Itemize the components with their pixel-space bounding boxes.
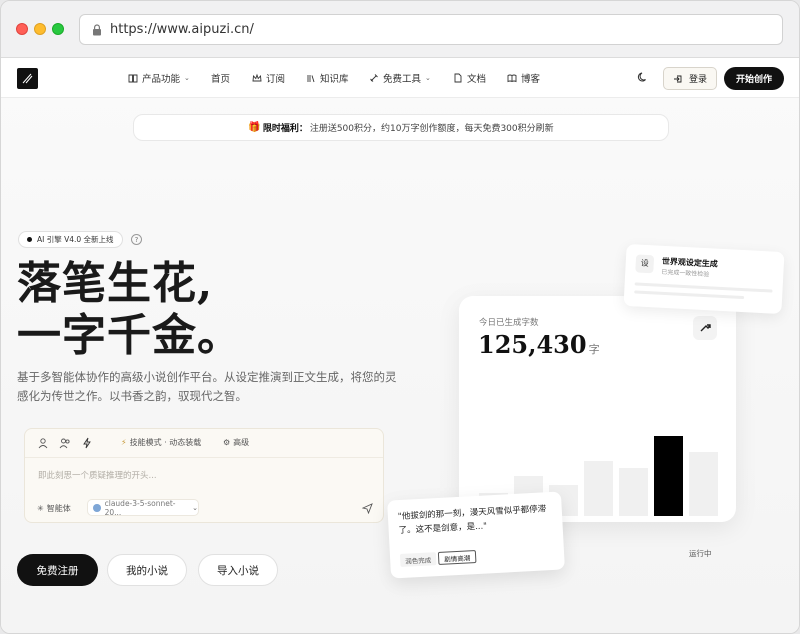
world-card-subtitle: 已完成一致性检验	[661, 268, 710, 279]
nav-item-free-tools[interactable]: 免费工具 ⌄	[369, 71, 431, 85]
address-bar[interactable]: https://www.aipuzi.cn/	[79, 14, 783, 45]
page: 产品功能 ⌄ 首页 订阅 知识库 免费工具 ⌄ 文档 博客 登录 开始创作 🎁 …	[1, 58, 799, 633]
hero-headline: 落笔生花, 一字千金。	[17, 258, 242, 362]
headline-line-1: 落笔生花,	[17, 258, 214, 309]
chevron-down-icon: ⌄	[184, 74, 190, 82]
login-icon	[673, 75, 682, 82]
chart-bar	[654, 436, 683, 516]
user-icon[interactable]	[37, 437, 49, 449]
maximize-window-button[interactable]	[52, 23, 64, 35]
stats-label: 今日已生成字数	[479, 318, 539, 328]
url-text: https://www.aipuzi.cn/	[110, 22, 254, 37]
nav-item-docs[interactable]: 文档	[453, 71, 486, 85]
headline-line-2: 一字千金。	[17, 310, 242, 361]
stats-value: 125,430 字	[478, 330, 600, 359]
register-button[interactable]: 免费注册	[17, 554, 98, 586]
send-icon[interactable]	[362, 503, 373, 514]
chevron-down-icon: ⌄	[192, 503, 198, 512]
chart-bar	[619, 468, 648, 516]
trend-button[interactable]	[693, 316, 717, 340]
book-icon	[128, 74, 138, 83]
promo-text: 注册送500积分，约10万字创作额度，每天免费300积分刷新	[309, 124, 554, 134]
nav-item-home[interactable]: 首页	[211, 71, 230, 85]
sparkle-icon: ✳	[37, 504, 44, 513]
version-badge: AI 引擎 V4.0 全新上线	[18, 231, 123, 248]
chevron-down-icon: ⌄	[425, 74, 431, 82]
hero-description: 基于多智能体协作的高级小说创作平台。从设定推演到正文生成，将您的灵感化为传世之作…	[17, 370, 397, 403]
users-icon[interactable]	[59, 437, 71, 449]
library-icon	[307, 75, 315, 83]
advanced-settings-button[interactable]: ⚙ 高级	[223, 437, 249, 448]
minimize-window-button[interactable]	[34, 23, 46, 35]
prompt-input[interactable]: 即此刻思一个质疑推理的开头...	[38, 469, 157, 481]
model-icon	[93, 503, 101, 512]
tag-climax: 剧情高潮	[437, 550, 477, 566]
quote-text: "他拔剑的那一刻，漫天风雪似乎都停滞了。这不是剑意，是..."	[397, 504, 547, 537]
prompt-input-card: ⚡ 技能模式 · 动态装载 ⚙ 高级 即此刻思一个质疑推理的开头... ✳ 智能…	[24, 428, 384, 523]
login-button[interactable]: 登录	[663, 67, 717, 90]
crown-icon	[252, 73, 262, 82]
import-novel-button[interactable]: 导入小说	[198, 554, 278, 586]
tools-icon	[370, 74, 378, 82]
lock-icon	[93, 24, 101, 36]
document-icon	[454, 73, 462, 83]
lightning-icon: ⚡	[121, 438, 127, 447]
trending-up-icon	[700, 324, 711, 332]
world-setting-card: 设 世界观设定生成 已完成一致性检验	[623, 243, 785, 315]
chart-bar	[689, 452, 718, 516]
running-status: 运行中	[689, 549, 712, 558]
promo-banner: 🎁 限时福利： 注册送500积分，约10万字创作额度，每天免费300积分刷新	[133, 114, 669, 141]
divider	[25, 457, 383, 458]
my-novels-button[interactable]: 我的小说	[107, 554, 187, 586]
nav-item-blog[interactable]: 博客	[507, 71, 540, 85]
nav-item-subscribe[interactable]: 订阅	[252, 71, 285, 85]
close-window-button[interactable]	[16, 23, 28, 35]
browser-window: https://www.aipuzi.cn/ 产品功能 ⌄ 首页 订阅 知识库	[0, 0, 800, 634]
skill-mode-selector[interactable]: ⚡ 技能模式 · 动态装载	[121, 437, 201, 448]
site-logo[interactable]	[17, 68, 38, 89]
stats-card: 今日已生成字数 125,430 字 运行中	[459, 296, 736, 558]
nav-item-product-features[interactable]: 产品功能 ⌄	[128, 71, 190, 85]
quote-card: "他拔剑的那一刻，漫天风雪似乎都停滞了。这不是剑意，是..." 润色完成 剧情高…	[387, 491, 565, 579]
setting-icon: 设	[635, 254, 655, 274]
help-icon[interactable]: ?	[131, 234, 142, 245]
promo-title: 限时福利：	[262, 124, 308, 134]
gear-icon: ⚙	[223, 438, 231, 447]
open-book-icon	[507, 74, 517, 83]
moon-icon[interactable]	[637, 71, 649, 83]
model-selector[interactable]: claude-3-5-sonnet-20... ⌄	[87, 499, 199, 517]
tag-polished: 润色完成	[399, 552, 437, 567]
agent-selector[interactable]: ✳ 智能体	[37, 503, 71, 514]
chart-bar	[584, 461, 613, 516]
status-dot-icon	[27, 237, 32, 242]
nav-item-knowledge-base[interactable]: 知识库	[306, 71, 349, 85]
browser-titlebar: https://www.aipuzi.cn/	[1, 1, 799, 58]
gift-icon: 🎁	[248, 122, 261, 133]
top-navigation: 产品功能 ⌄ 首页 订阅 知识库 免费工具 ⌄ 文档 博客 登录 开始创作	[1, 58, 799, 98]
lightning-icon[interactable]	[81, 437, 93, 449]
start-creating-button[interactable]: 开始创作	[724, 67, 784, 90]
progress-line	[634, 290, 745, 300]
